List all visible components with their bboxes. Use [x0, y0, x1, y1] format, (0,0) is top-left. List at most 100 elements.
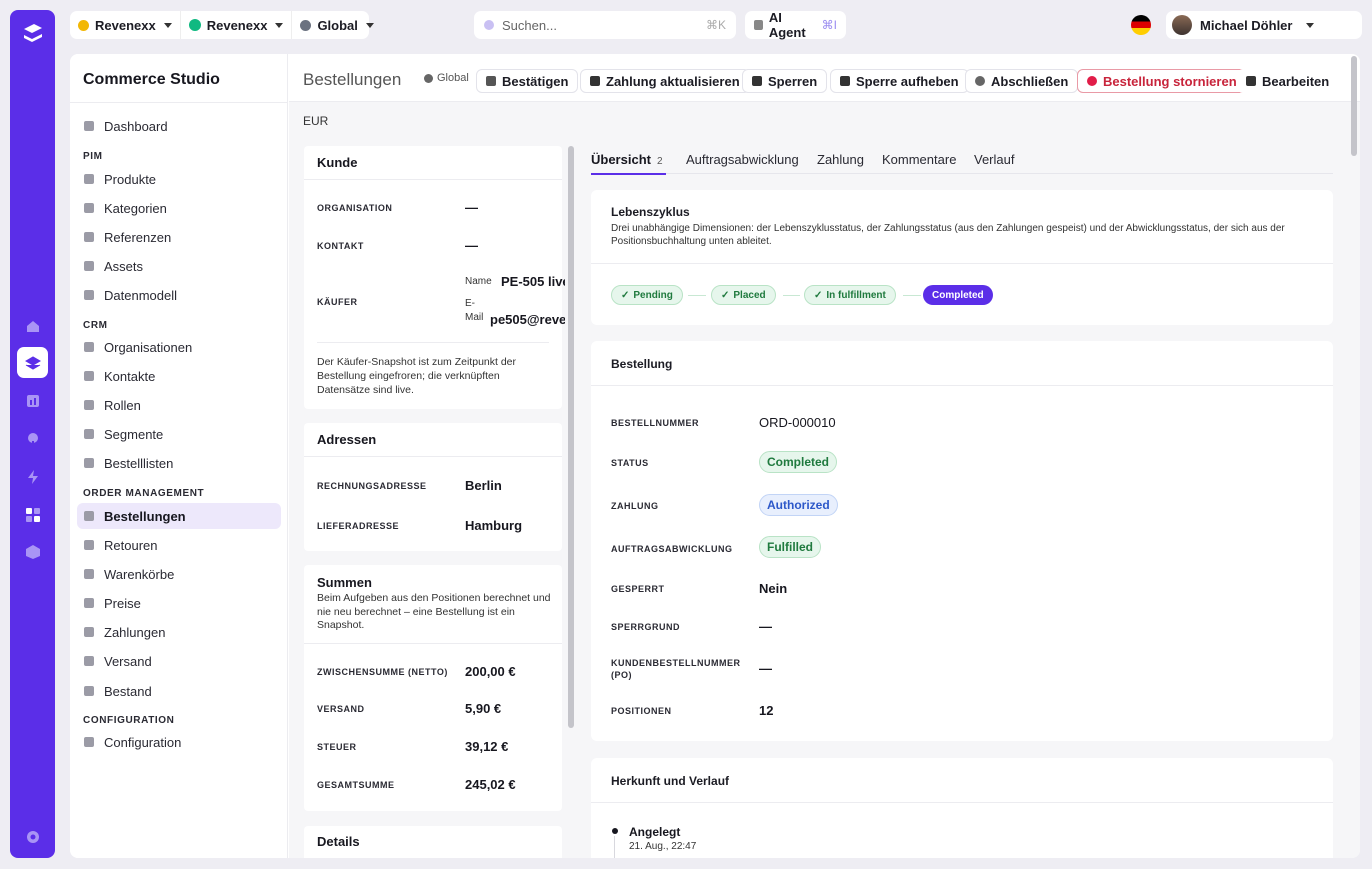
sidebar-item-datenmodell[interactable]: Datenmodell: [77, 282, 281, 308]
layers-icon[interactable]: [17, 347, 48, 378]
chart-icon[interactable]: [17, 385, 48, 416]
sidebar-item-configuration[interactable]: Configuration: [77, 729, 281, 755]
history-title: Herkunft und Verlauf: [611, 774, 730, 788]
lifecycle-description: Drei unabhängige Dimensionen: der Lebens…: [611, 223, 1285, 247]
warehouse-icon: [84, 686, 94, 696]
main-panel: Commerce Studio Dashboard PIM Produkte K…: [70, 54, 1360, 858]
scope-label: Global: [424, 72, 469, 84]
tax-value: 39,12 €: [465, 739, 509, 754]
users-icon: [84, 429, 94, 439]
buyer-email-value: pe505@reven: [490, 312, 565, 327]
chevron-down-icon: [1306, 22, 1315, 28]
credit-card-icon: [84, 627, 94, 637]
lifecycle-card: Lebenszyklus Drei unabhängige Dimensione…: [591, 190, 1333, 325]
bolt-icon[interactable]: [17, 461, 48, 492]
language-flag-icon[interactable]: [1131, 15, 1151, 35]
truck-icon: [84, 656, 94, 666]
cancel-order-button[interactable]: Bestellung stornieren: [1077, 69, 1247, 93]
totals-note: Beim Aufgeben aus den Positionen berechn…: [317, 592, 551, 631]
settings-icon[interactable]: [17, 821, 48, 852]
history-time: 21. Aug., 22:47: [629, 841, 697, 852]
status-dot-icon: [188, 19, 201, 31]
update-payment-button[interactable]: Zahlung aktualisieren: [580, 69, 750, 93]
sidebar-item-kontakte[interactable]: Kontakte: [77, 363, 281, 389]
sidebar-item-produkte[interactable]: Produkte: [77, 166, 281, 192]
lock-reason-label: SPERRGRUND: [611, 622, 681, 632]
buyer-email-label: E-Mail: [465, 298, 484, 323]
avatar: [1172, 15, 1192, 35]
sidebar-item-retouren[interactable]: Retouren: [77, 532, 281, 558]
left-column-scrollbar[interactable]: [568, 146, 574, 728]
org-switcher-1[interactable]: Revenexx: [70, 11, 180, 39]
sidebar-item-kategorien[interactable]: Kategorien: [77, 195, 281, 221]
org-switcher-2[interactable]: Revenexx: [179, 11, 292, 39]
total-value: 245,02 €: [465, 777, 516, 792]
tab-kommentare[interactable]: Kommentare: [882, 152, 956, 167]
positions-label: POSITIONEN: [611, 706, 672, 716]
lock-button[interactable]: Sperren: [742, 69, 828, 93]
sidebar-item-dashboard[interactable]: Dashboard: [77, 113, 281, 139]
tab-verlauf[interactable]: Verlauf: [974, 152, 1014, 167]
sidebar-item-versand[interactable]: Versand: [77, 648, 281, 674]
sidebar-item-preise[interactable]: Preise: [77, 590, 281, 616]
order-number-label: BESTELLNUMMER: [611, 418, 699, 428]
unlock-button[interactable]: Sperre aufheben: [830, 69, 969, 93]
dashboard-icon: [84, 121, 94, 131]
shipping-cost-label: VERSAND: [317, 704, 365, 714]
sidebar-item-organisationen[interactable]: Organisationen: [77, 334, 281, 360]
sidebar-item-referenzen[interactable]: Referenzen: [77, 224, 281, 250]
user-menu[interactable]: Michael Döhler: [1166, 11, 1362, 39]
total-label: GESAMTSUMME: [317, 780, 395, 790]
sidebar-item-bestelllisten[interactable]: Bestelllisten: [77, 450, 281, 476]
right-column-scrollbar[interactable]: [1351, 56, 1357, 156]
role-icon: [84, 400, 94, 410]
home-icon[interactable]: [17, 310, 48, 341]
totals-card: Summen Beim Aufgeben aus den Positionen …: [304, 565, 562, 811]
section-order-management: ORDER MANAGEMENT: [83, 488, 205, 499]
confirm-button[interactable]: Bestätigen: [476, 69, 579, 93]
page-title: Bestellungen: [303, 70, 402, 89]
order-number-value: ORD-000010: [759, 415, 836, 430]
details-title: Details: [317, 834, 360, 849]
tab-auftragsabwicklung[interactable]: Auftragsabwicklung: [686, 152, 799, 167]
category-icon: [84, 203, 94, 213]
search-input[interactable]: Suchen... ⌘K: [474, 11, 736, 39]
stage-pending: ✓ Pending: [611, 285, 683, 305]
apps-icon[interactable]: [17, 499, 48, 530]
sidebar-item-bestand[interactable]: Bestand: [77, 678, 281, 704]
shipping-label: LIEFERADRESSE: [317, 521, 400, 531]
cart-icon: [84, 569, 94, 579]
order-title: Bestellung: [611, 357, 673, 371]
section-crm: CRM: [83, 320, 108, 331]
lifecycle-title: Lebenszyklus: [611, 205, 690, 219]
sidebar-item-warenkoerbe[interactable]: Warenkörbe: [77, 561, 281, 587]
sidebar-item-rollen[interactable]: Rollen: [77, 392, 281, 418]
stage-in-fulfillment: ✓ In fulfillment: [804, 285, 896, 305]
pencil-icon: [1246, 76, 1256, 86]
currency-label: EUR: [303, 114, 329, 128]
cube-icon[interactable]: [17, 536, 48, 567]
check-circle-icon: [975, 76, 985, 86]
addresses-card: Adressen RECHNUNGSADRESSE Berlin LIEFERA…: [304, 423, 562, 551]
bulb-icon[interactable]: [17, 423, 48, 454]
database-icon: [84, 232, 94, 242]
sidebar-item-segmente[interactable]: Segmente: [77, 421, 281, 447]
po-label-suffix: (PO): [611, 670, 632, 680]
sidebar-item-assets[interactable]: Assets: [77, 253, 281, 279]
org-value: —: [465, 200, 478, 215]
tab-uebersicht[interactable]: Übersicht 2: [591, 152, 663, 167]
po-value: —: [759, 661, 772, 676]
edit-button[interactable]: Bearbeiten: [1237, 69, 1339, 93]
stage-completed: Completed: [923, 285, 993, 305]
sidebar-item-zahlungen[interactable]: Zahlungen: [77, 619, 281, 645]
fulfillment-label: AUFTRAGSABWICKLUNG: [611, 544, 733, 554]
sidebar-item-bestellungen[interactable]: Bestellungen: [77, 503, 281, 529]
scope-switcher[interactable]: Global: [291, 11, 381, 39]
tab-zahlung[interactable]: Zahlung: [817, 152, 864, 167]
complete-button[interactable]: Abschließen: [965, 69, 1079, 93]
lock-reason-value: —: [759, 619, 772, 634]
app-logo-icon[interactable]: [17, 18, 48, 49]
positions-value: 12: [759, 703, 774, 718]
check-icon: ✓: [621, 289, 630, 301]
ai-agent-button[interactable]: AI Agent ⌘I: [745, 10, 846, 40]
